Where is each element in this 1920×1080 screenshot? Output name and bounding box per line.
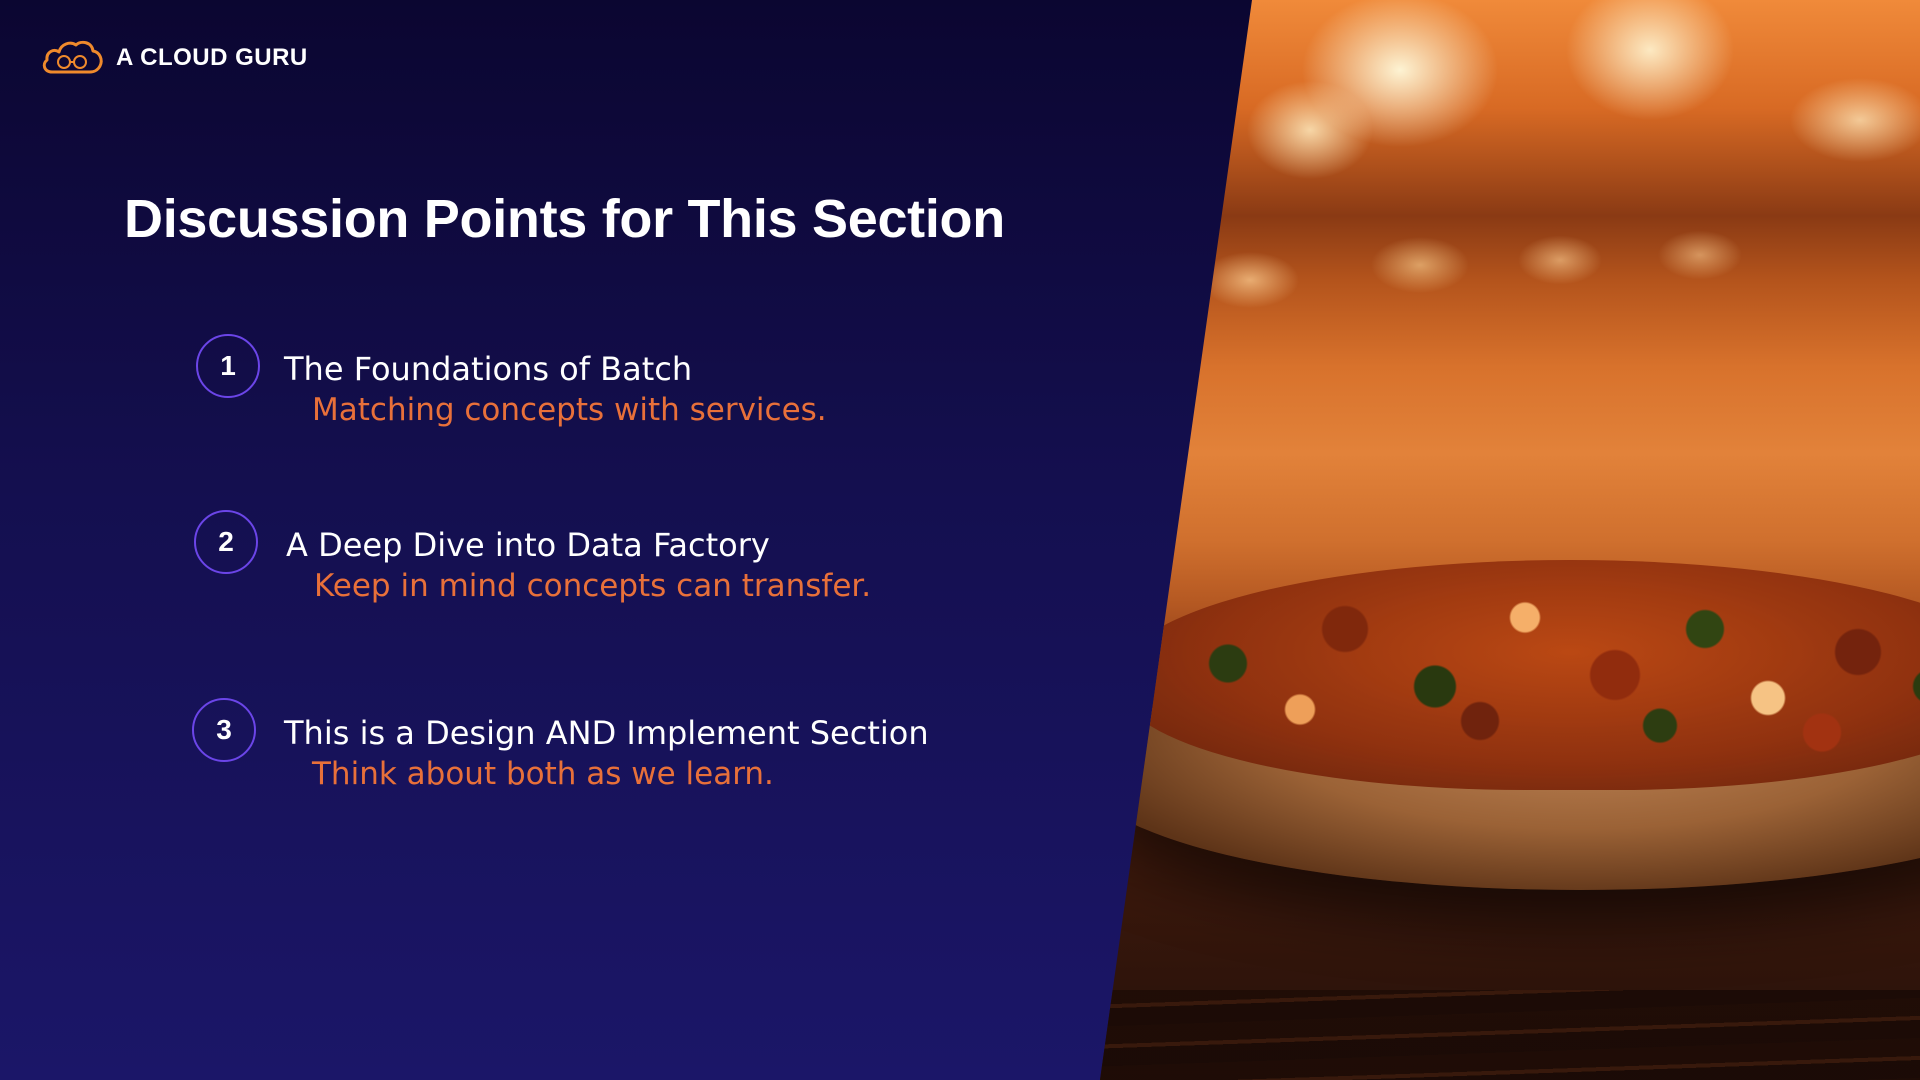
point-subtitle: Think about both as we learn. xyxy=(312,756,774,792)
brand-name: A CLOUD GURU xyxy=(116,44,308,71)
point-title: A Deep Dive into Data Factory xyxy=(286,526,770,564)
oven-floor xyxy=(1100,990,1920,1080)
slide: A CLOUD GURU Discussion Points for This … xyxy=(0,0,1920,1080)
point-title: The Foundations of Batch xyxy=(284,350,693,388)
discussion-point-2: 2 A Deep Dive into Data Factory Keep in … xyxy=(194,510,1094,620)
slide-title: Discussion Points for This Section xyxy=(124,189,1005,249)
point-number-badge: 3 xyxy=(192,698,256,762)
discussion-point-3: 3 This is a Design AND Implement Section… xyxy=(192,698,1092,808)
point-title: This is a Design AND Implement Section xyxy=(284,714,929,752)
brand-logo: A CLOUD GURU xyxy=(40,38,308,78)
pizza xyxy=(1120,560,1920,790)
discussion-point-1: 1 The Foundations of Batch Matching conc… xyxy=(196,334,1096,444)
point-subtitle: Matching concepts with services. xyxy=(312,392,827,428)
point-number-badge: 2 xyxy=(194,510,258,574)
point-number-badge: 1 xyxy=(196,334,260,398)
point-subtitle: Keep in mind concepts can transfer. xyxy=(314,568,872,604)
cloud-logo-icon xyxy=(42,40,103,74)
